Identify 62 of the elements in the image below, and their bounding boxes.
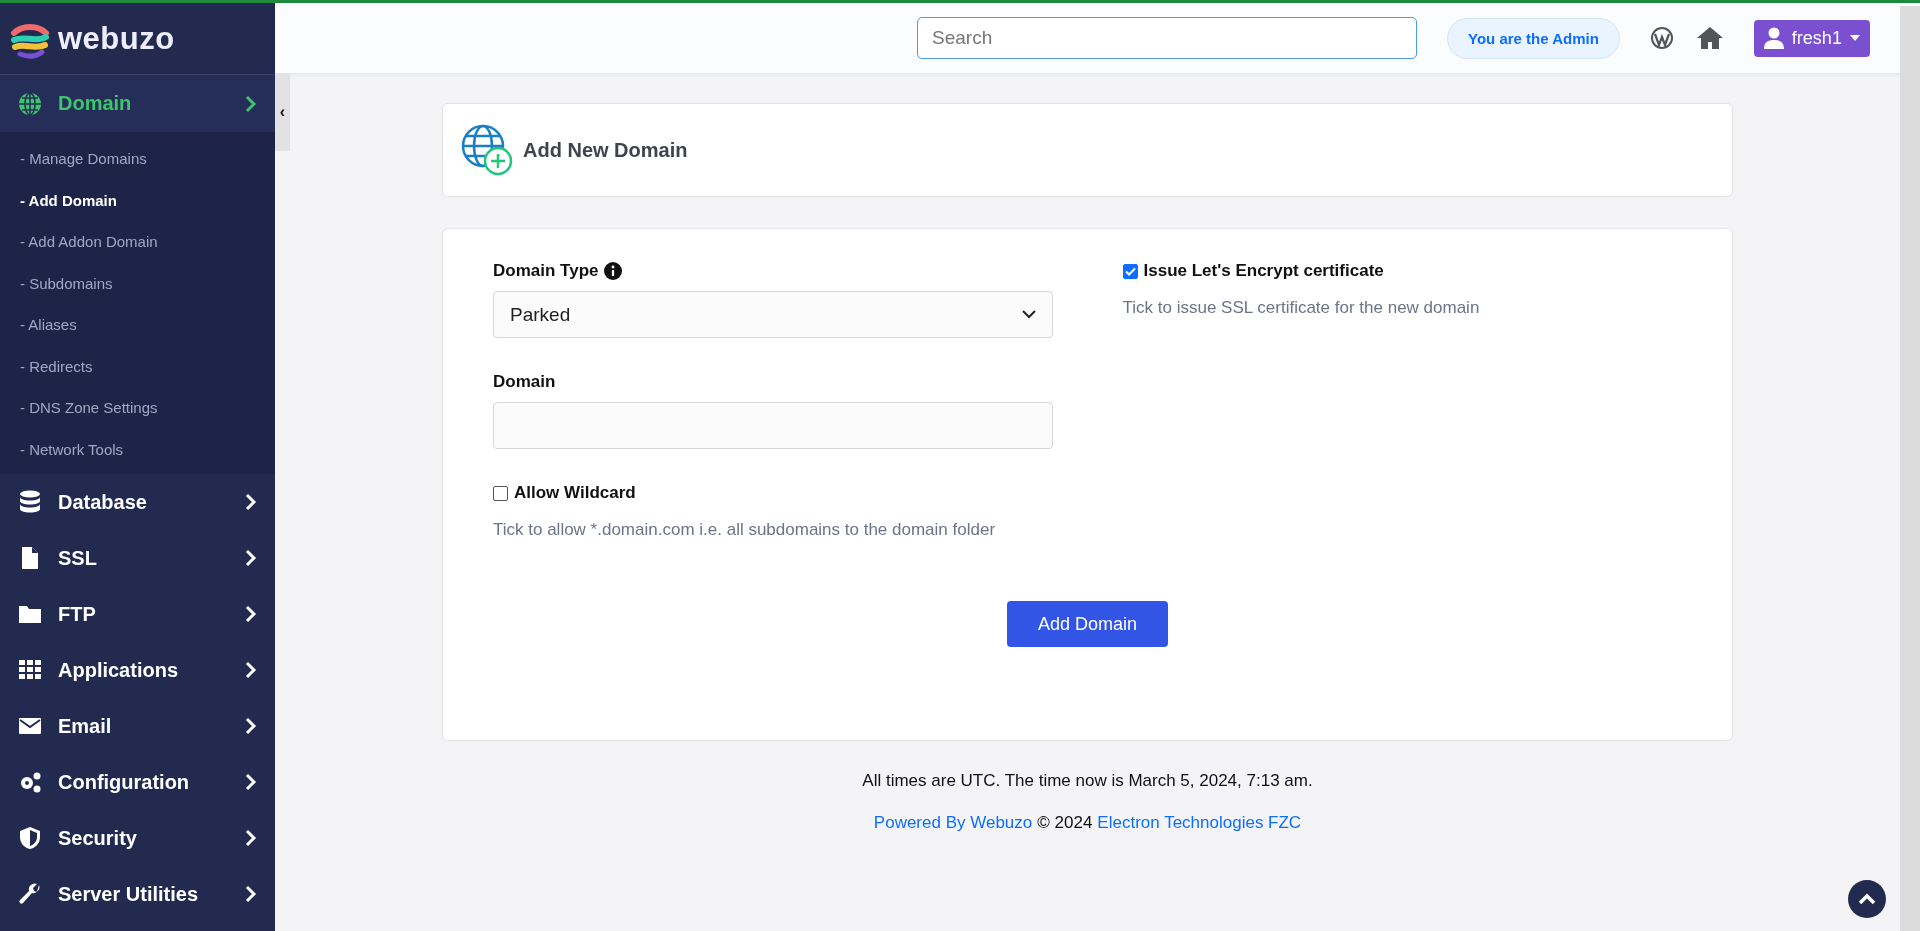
submenu-item[interactable]: - Add Addon Domain [0, 221, 275, 263]
wordpress-icon [1649, 26, 1674, 50]
home-icon [1695, 26, 1724, 50]
globe-icon [18, 91, 42, 116]
submenu-item[interactable]: - Add Domain [0, 179, 275, 221]
sidebar-item[interactable]: Security [0, 810, 275, 866]
chevron-right-icon [245, 661, 257, 679]
chevron-right-icon [245, 94, 257, 113]
caret-icon [1849, 35, 1860, 41]
help-text: Tick to issue SSL certificate for the new domain [1122, 297, 1481, 319]
chevron-right-icon [245, 717, 257, 735]
sidebar-item[interactable]: Domain [0, 75, 275, 132]
database-icon [18, 490, 42, 514]
domain-type-select[interactable]: Parked [493, 291, 1053, 338]
submenu-item[interactable]: - Aliases [0, 304, 275, 346]
footer-link[interactable]: Electron Technologies FZC [1097, 813, 1302, 833]
sidebar-item[interactable]: Database [0, 474, 275, 530]
chevron-right-icon [245, 605, 257, 623]
checkbox[interactable] [493, 485, 508, 501]
shield-icon [18, 826, 42, 850]
add-domain-button[interactable]: Add Domain [1007, 601, 1168, 647]
page-title: Add New Domain [523, 138, 688, 162]
sidebar-item[interactable]: SSL [0, 530, 275, 586]
info-icon [604, 262, 623, 280]
admin-badge: You are the Admin [1447, 17, 1620, 59]
field-label: Domain Type [493, 261, 599, 281]
submenu-item[interactable]: - DNS Zone Settings [0, 387, 275, 429]
submenu-item[interactable]: - Redirects [0, 345, 275, 387]
sidebar-item[interactable]: Applications [0, 642, 275, 698]
submenu-item[interactable]: - Network Tools [0, 428, 275, 470]
sidebar-item[interactable]: Server Utilities [0, 866, 275, 922]
field-label: Domain [493, 372, 556, 392]
collapse-button[interactable]: ‹ [275, 73, 290, 151]
logo-text: webuzo [58, 20, 175, 57]
footer-link[interactable]: Powered By Webuzo [873, 813, 1033, 833]
copyright-text: © 2024 [1037, 813, 1093, 833]
chevron-right-icon [245, 549, 257, 567]
sidebar-item[interactable]: FTP [0, 586, 275, 642]
submenu-item[interactable]: - Manage Domains [0, 138, 275, 180]
chevron-right-icon [245, 773, 257, 791]
checkbox[interactable] [1122, 263, 1138, 279]
chevron-up-icon [1858, 893, 1876, 905]
sidebar-item[interactable]: Email [0, 698, 275, 754]
checkbox-label: Issue Let's Encrypt certificate [1143, 261, 1384, 281]
search-field[interactable]: Search [917, 17, 1417, 59]
footer-time-text: All times are UTC. The time now is March 5, 2024, 7:13 am. [862, 771, 1313, 791]
checkbox-label: Allow Wildcard [514, 483, 636, 503]
wrench-icon [18, 882, 42, 906]
submenu-item[interactable]: - Subdomains [0, 262, 275, 304]
chevron-right-icon [245, 829, 257, 847]
chevron-right-icon [245, 885, 257, 903]
grid-icon [18, 658, 42, 682]
scrollbar[interactable] [1900, 6, 1920, 931]
sidebar-item[interactable]: Configuration [0, 754, 275, 810]
chevron-down-icon [1021, 310, 1036, 319]
domain-input-field[interactable] [493, 402, 1053, 449]
help-text: Tick to allow *.domain.com i.e. all subdomains to the domain folder [493, 519, 997, 541]
user-menu-button[interactable]: fresh1 [1753, 19, 1870, 57]
globe-plus-icon [461, 124, 513, 176]
chevron-right-icon [245, 493, 257, 511]
user-icon [1763, 27, 1784, 49]
scroll-to-top-button[interactable] [1848, 880, 1886, 918]
